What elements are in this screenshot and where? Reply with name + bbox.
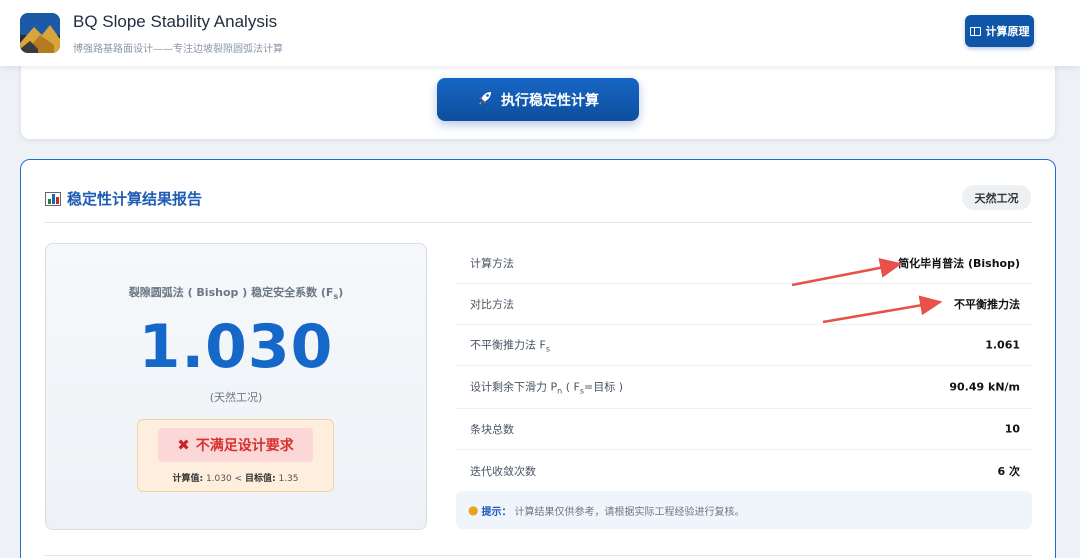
report-title-text: 稳定性计算结果报告: [67, 190, 203, 208]
result-row-residual-force: 设计剩余下滑力 Pn ( Fs=目标 ) 90.49 kN/m: [456, 366, 1032, 409]
fail-status-text: 不满足设计要求: [195, 438, 294, 454]
app-logo-icon: [20, 13, 60, 53]
row-value: 不平衡推力法: [954, 298, 1020, 311]
lightbulb-icon: ●: [468, 503, 479, 517]
row-value: 简化毕肖普法 (Bishop): [898, 257, 1020, 270]
row-key: 设计剩余下滑力 Pn ( Fs=目标 ): [470, 380, 624, 396]
safety-factor-label: 裂隙圆弧法 ( Bishop ) 稳定安全系数 (Fs): [128, 286, 344, 302]
safety-factor-condition: (天然工况): [209, 391, 263, 404]
tip-label: 提示：: [481, 506, 512, 518]
condition-badge: 天然工况: [962, 185, 1031, 210]
row-key: 不平衡推力法 Fs: [470, 338, 550, 354]
result-row-compare-method: 对比方法 不平衡推力法: [456, 284, 1032, 325]
result-row-method: 计算方法 简化毕肖普法 (Bishop): [456, 243, 1032, 284]
row-value: 90.49 kN/m: [949, 380, 1020, 394]
row-key: 条块总数: [470, 423, 514, 436]
cross-icon: ✖: [177, 436, 190, 454]
result-row-slice-count: 条块总数 10: [456, 409, 1032, 450]
app-header: BQ Slope Stability Analysis 博强路基路面设计——专注…: [0, 0, 1080, 66]
app-title: BQ Slope Stability Analysis: [73, 12, 278, 31]
row-key: 对比方法: [470, 298, 514, 311]
row-key: 计算方法: [470, 257, 514, 270]
principle-button-label: 计算原理: [985, 25, 1030, 38]
row-value: 6 次: [997, 464, 1020, 478]
report-title: 稳定性计算结果报告: [45, 188, 202, 209]
fail-status-badge: ✖ 不满足设计要求: [158, 428, 313, 462]
result-row-iterations: 迭代收敛次数 6 次: [456, 450, 1032, 491]
rocket-icon: [477, 90, 493, 110]
principle-button[interactable]: 计算原理: [965, 15, 1034, 47]
result-row-unbalanced-fs: 不平衡推力法 Fs 1.061: [456, 325, 1032, 366]
safety-factor-value: 1.030: [138, 312, 334, 382]
tip-box: ● 提示： 计算结果仅供参考，请根据实际工程经验进行复核。: [456, 491, 1032, 529]
run-calculation-button[interactable]: 执行稳定性计算: [437, 78, 639, 121]
check-detail: 计算值: 1.030 < 目标值: 1.35: [172, 474, 299, 484]
title-divider: [44, 222, 1032, 223]
run-button-label: 执行稳定性计算: [501, 92, 599, 109]
book-icon: [969, 26, 981, 36]
bar-chart-icon: [45, 191, 61, 206]
row-value: 10: [1004, 422, 1020, 436]
app-subtitle: 博强路基路面设计——专注边坡裂隙圆弧法计算: [73, 44, 283, 55]
row-value: 1.061: [985, 338, 1020, 352]
row-key: 迭代收敛次数: [470, 464, 536, 478]
tip-text: 计算结果仅供参考，请根据实际工程经验进行复核。: [514, 506, 745, 518]
